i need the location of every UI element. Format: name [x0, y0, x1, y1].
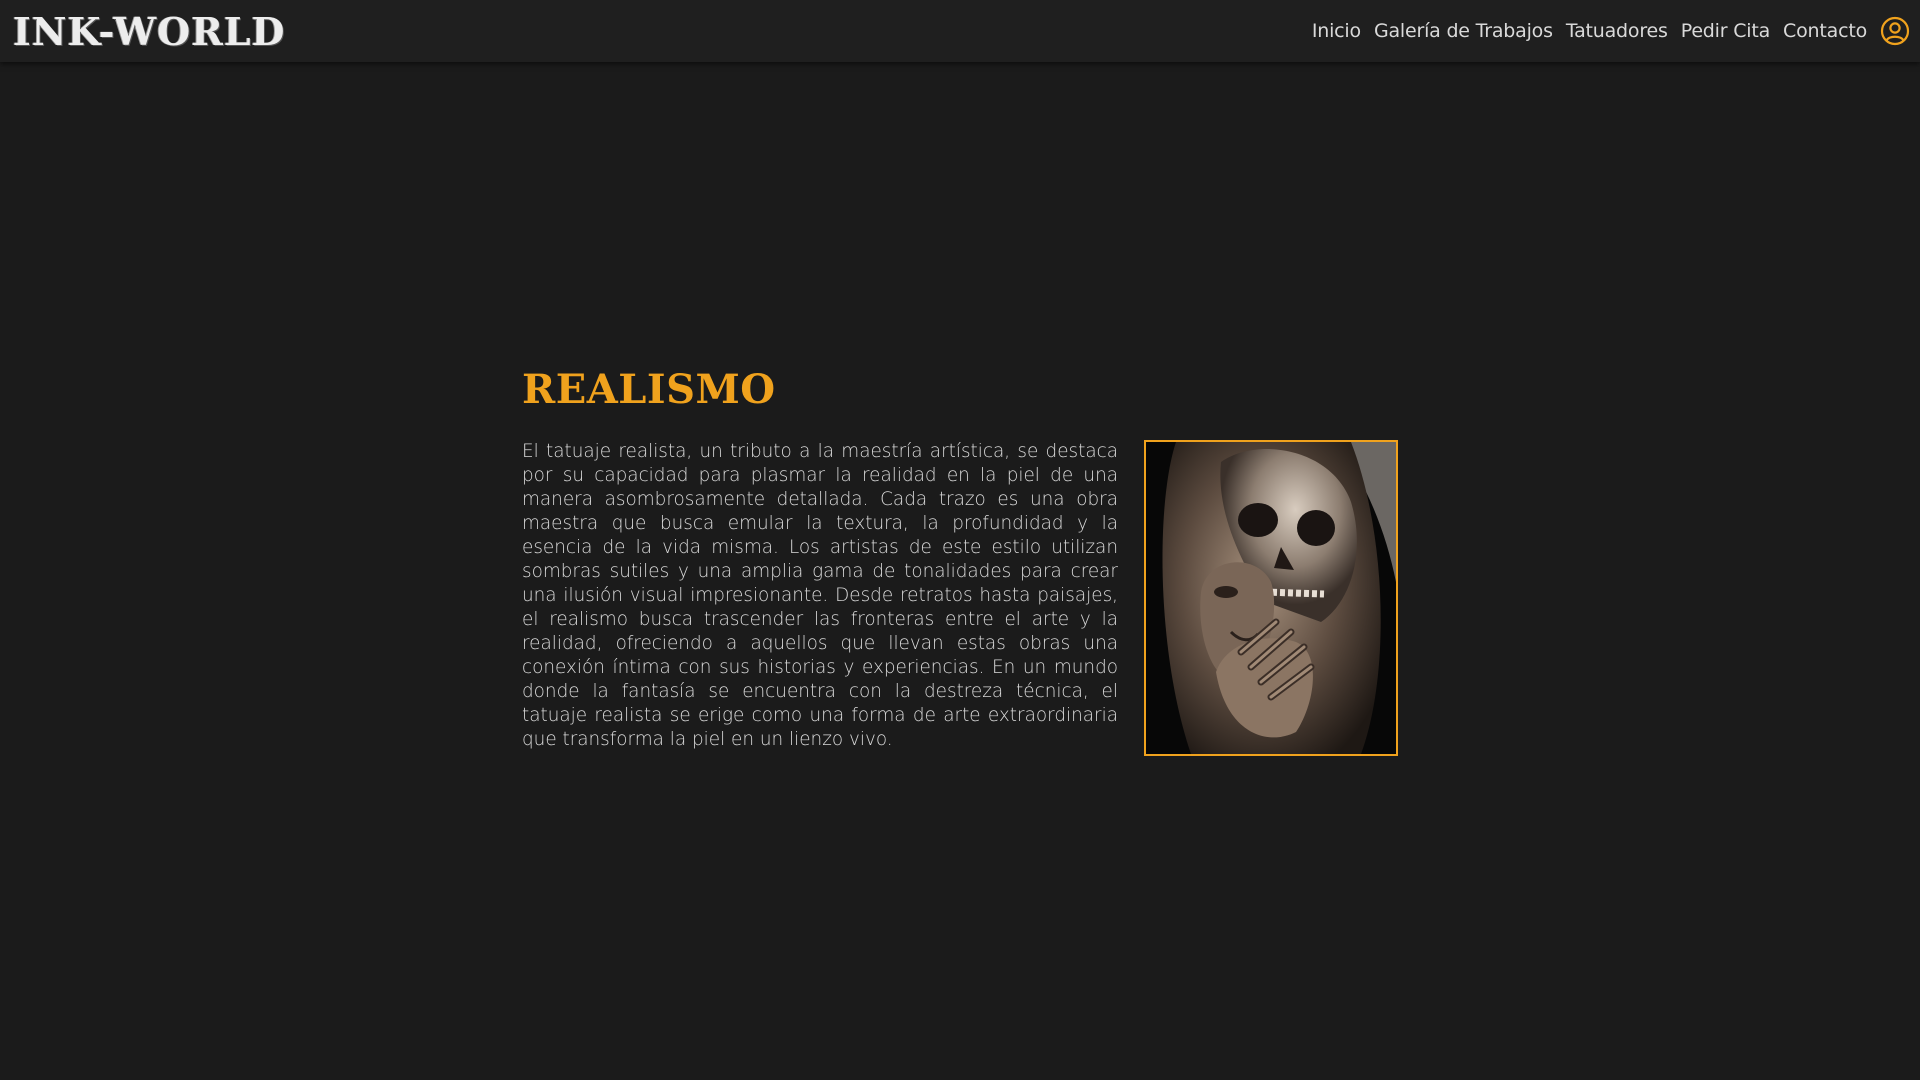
user-circle-icon[interactable]: [1880, 16, 1910, 46]
main-nav: Inicio Galería de Trabajos Tatuadores Pe…: [1299, 0, 1910, 62]
nav-link-tatuadores[interactable]: Tatuadores: [1566, 20, 1668, 42]
section-description: El tatuaje realista, un tributo a la mae…: [522, 441, 1118, 750]
section-title: REALISMO: [522, 366, 776, 413]
nav-link-galeria[interactable]: Galería de Trabajos: [1374, 20, 1553, 42]
nav-link-pedir-cita[interactable]: Pedir Cita: [1681, 20, 1771, 42]
tattoo-image: [1144, 440, 1398, 756]
site-logo[interactable]: INK-WORLD: [13, 9, 286, 54]
nav-link-contacto[interactable]: Contacto: [1783, 20, 1867, 42]
nav-link-inicio[interactable]: Inicio: [1312, 20, 1361, 42]
top-navbar: INK-WORLD Inicio Galería de Trabajos Tat…: [0, 0, 1920, 62]
